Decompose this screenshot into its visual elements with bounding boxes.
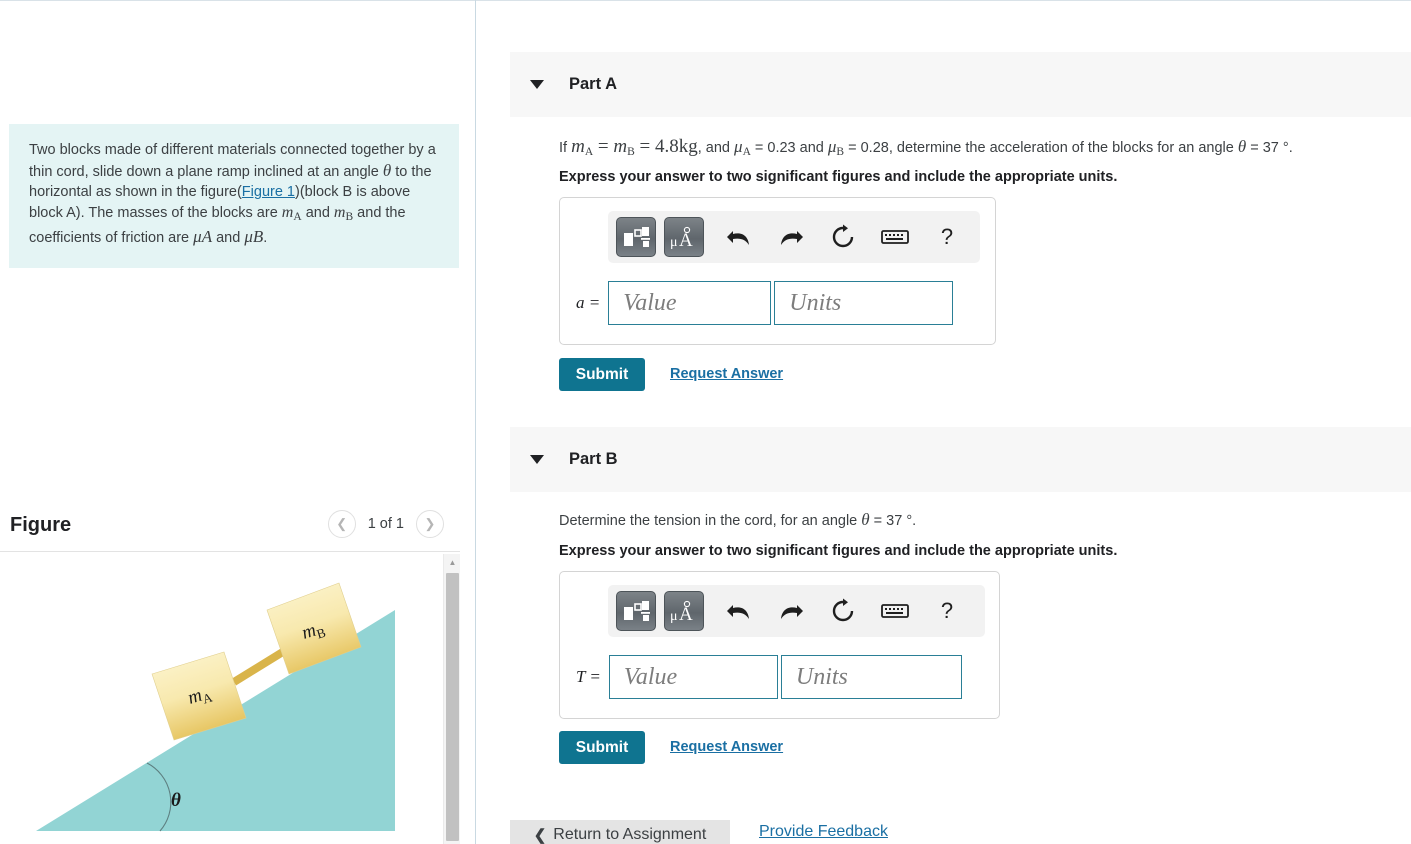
figure-divider [0,551,460,552]
figure-header: Figure ❮ 1 of 1 ❯ [0,505,460,551]
chevron-left-icon: ❮ [533,827,547,844]
figure-image[interactable]: mA mB θ [0,554,443,844]
mass-a-symbol: mA [281,203,302,223]
figure-page-count: 1 of 1 [367,516,404,532]
question-mark-icon[interactable]: ? [926,219,968,255]
part-a-title: Part A [569,75,617,93]
problem-period: . [263,229,268,246]
svg-text:A: A [679,604,693,624]
part-b-title: Part B [569,450,618,468]
keyboard-icon[interactable] [874,593,916,629]
part-b-request-answer-link[interactable]: Request Answer [670,739,783,755]
figure-1-link[interactable]: Figure 1 [242,184,295,200]
mu-b-symbol: μB [244,226,264,246]
theta-term: θ [1237,137,1247,156]
figure-title: Figure [10,514,72,536]
math-template-icon[interactable] [616,217,656,257]
figure-prev-button[interactable]: ❮ [327,510,356,538]
return-to-assignment-button[interactable]: ❮ Return to Assignment [510,820,730,844]
return-to-assignment-label: Return to Assignment [553,826,707,843]
figure-scrollbar[interactable]: ▲ [443,554,460,844]
micro-angstrom-unit-icon[interactable]: μ A [664,217,704,257]
part-b-units-input[interactable] [780,655,962,699]
theta-term-b: θ [861,510,870,529]
undo-arrow-icon[interactable] [718,219,760,255]
mass-a-term: mA [571,136,594,158]
incline-diagram-svg: mA mB θ [36,582,395,832]
mu-a-term: μA [734,137,751,158]
math-template-icon[interactable] [616,591,656,631]
part-a-variable-label: a = [576,293,601,312]
caret-down-icon[interactable] [530,80,544,89]
left-pane: Two blocks made of different materials c… [0,0,475,844]
mass-value: 4.8kg [654,136,698,157]
mu-b-term: μB [827,137,845,158]
part-b-instruction: Express your answer to two significant f… [559,543,1118,559]
figure-scrollbar-thumb[interactable] [446,573,459,841]
provide-feedback-link[interactable]: Provide Feedback [759,823,888,841]
part-b-submit-button[interactable]: Submit [559,731,645,764]
redo-arrow-icon[interactable] [770,593,812,629]
svg-text:μ: μ [670,235,678,250]
question-mark-icon[interactable]: ? [926,593,968,629]
part-b-variable-label: T = [576,667,601,686]
mu-a-symbol: μA [193,226,213,246]
assignment-page: Two blocks made of different materials c… [0,0,1411,844]
part-b-answer-box: μ A ? T = Value Units [559,571,1000,719]
chevron-right-icon: ❯ [424,516,436,531]
figure-pager: ❮ 1 of 1 ❯ [327,510,444,538]
redo-arrow-icon[interactable] [770,219,812,255]
part-a-units-input[interactable] [774,281,954,325]
part-b-question: Determine the tension in the cord, for a… [559,510,917,529]
part-b-value-input[interactable] [608,655,778,699]
problem-statement: Two blocks made of different materials c… [9,124,459,269]
part-a-toolbar: μ A ? [608,211,980,263]
triangle-up-icon[interactable]: ▲ [444,554,461,571]
part-a-value-input[interactable] [608,281,772,325]
part-b-toolbar: μ A ? [608,585,985,637]
part-a-header[interactable]: Part A [510,52,1411,117]
keyboard-icon[interactable] [874,219,916,255]
part-a-question: If mA = mB = 4.8kg, and μA = 0.23 and μB… [559,136,1293,158]
theta-label: θ [171,790,181,811]
part-a-submit-button[interactable]: Submit [559,358,645,391]
problem-and-2: and [212,229,245,246]
svg-text:A: A [679,230,693,250]
problem-and-1: and [301,204,334,221]
part-a-request-answer-link[interactable]: Request Answer [670,366,783,382]
mass-b-term: mB [613,136,635,158]
svg-text:μ: μ [670,609,678,624]
part-a-answer-row: a = [576,281,954,325]
right-pane: Part A If mA = mB = 4.8kg, and μA = 0.23… [476,0,1411,844]
figure-next-button[interactable]: ❯ [416,510,444,538]
micro-angstrom-unit-icon[interactable]: μ A [664,591,704,631]
part-a-instruction: Express your answer to two significant f… [559,169,1118,185]
undo-arrow-icon[interactable] [718,593,760,629]
theta-symbol: θ [382,160,392,180]
part-a-answer-box: μ A ? a = Value Units [559,197,996,345]
problem-text-1: Two blocks made of different materials c… [29,142,436,180]
part-b-header[interactable]: Part B [510,427,1411,492]
part-b-answer-row: T = [576,655,962,699]
caret-down-icon[interactable] [530,455,544,464]
chevron-left-icon: ❮ [336,516,348,531]
mass-b-symbol: mB [333,203,354,223]
reset-circle-icon[interactable] [822,219,864,255]
reset-circle-icon[interactable] [822,593,864,629]
